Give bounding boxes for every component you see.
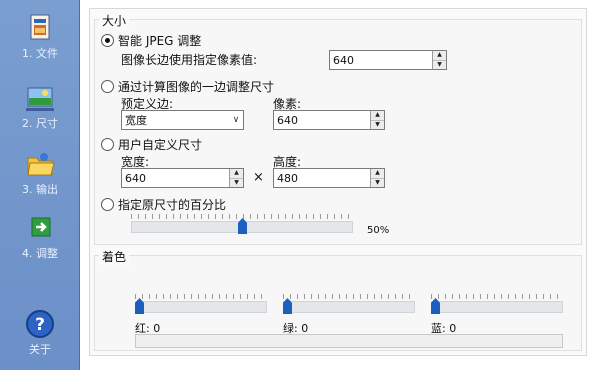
step-down-icon[interactable]: ▼ [433,60,446,69]
green-slider-track[interactable] [283,301,415,313]
nav-adjust-label: 4. 调整 [22,247,58,260]
height-value[interactable]: 480 [274,172,370,185]
step-up-icon[interactable]: ▲ [371,169,384,179]
color-group: 着色 红: 0 绿: 0 蓝: 0 [94,248,582,351]
main-panel: 大小 智能 JPEG 调整 图像长边使用指定像素值: 640 ▲ ▼ 通过计算图像… [81,0,589,370]
radio-custom-size[interactable]: 用户自定义尺寸 [101,136,202,153]
red-slider[interactable] [135,294,267,314]
blue-slider-ticks [431,294,563,299]
long-edge-input[interactable]: 640 ▲ ▼ [329,50,447,70]
settings-frame: 大小 智能 JPEG 调整 图像长边使用指定像素值: 640 ▲ ▼ 通过计算图像… [89,8,587,356]
red-slider-track[interactable] [135,301,267,313]
radio-by-edge-label: 通过计算图像的一边调整尺寸 [118,80,275,94]
red-slider-ticks [135,294,267,299]
nav-size[interactable]: 2. 尺寸 [0,82,80,131]
radio-percent[interactable]: 指定原尺寸的百分比 [101,196,226,213]
radio-smart-jpeg-label: 智能 JPEG 调整 [118,34,202,48]
blue-slider-track[interactable] [431,301,563,313]
percent-slider[interactable] [131,214,353,234]
step-down-icon[interactable]: ▼ [371,120,384,129]
nav-size-label: 2. 尺寸 [22,117,58,130]
sidebar-nav: 1. 文件 2. 尺寸 3. 输出 4. 调整 ? 关于 [0,0,80,370]
height-input[interactable]: 480 ▲ ▼ [273,168,385,188]
pixels-value[interactable]: 640 [274,114,370,127]
times-sign: × [253,170,264,185]
width-stepper[interactable]: ▲ ▼ [229,169,243,187]
file-icon [24,12,56,42]
color-group-title: 着色 [99,248,130,265]
radio-smart-jpeg[interactable]: 智能 JPEG 调整 [101,32,201,49]
color-preview-bar [135,334,563,348]
radio-percent-label: 指定原尺寸的百分比 [118,198,227,212]
help-icon: ? [24,308,56,338]
green-slider-ticks [283,294,415,299]
step-up-icon[interactable]: ▲ [433,51,446,61]
step-down-icon[interactable]: ▼ [371,178,384,187]
radio-custom-size-label: 用户自定义尺寸 [118,138,203,152]
long-edge-label: 图像长边使用指定像素值: [121,53,258,67]
width-input[interactable]: 640 ▲ ▼ [121,168,244,188]
radio-custom-size-dot[interactable] [101,138,114,151]
arrow-right-icon [24,212,56,242]
nav-about-label: 关于 [29,343,51,356]
nav-output-label: 3. 输出 [22,183,58,196]
preset-edge-value[interactable]: 宽度 [122,112,229,128]
pixels-stepper[interactable]: ▲ ▼ [370,111,384,129]
nav-adjust[interactable]: 4. 调整 [0,212,80,261]
preset-edge-select[interactable]: 宽度 ∨ [121,110,244,130]
output-folder-icon [24,148,56,178]
step-down-icon[interactable]: ▼ [230,178,243,187]
percent-value: 50% [367,225,390,236]
size-group-title: 大小 [99,12,130,29]
blue-slider[interactable] [431,294,563,314]
width-value[interactable]: 640 [122,172,229,185]
green-slider[interactable] [283,294,415,314]
nav-file[interactable]: 1. 文件 [0,12,80,61]
nav-output[interactable]: 3. 输出 [0,148,80,197]
long-edge-stepper[interactable]: ▲ ▼ [432,51,446,69]
radio-smart-jpeg-dot[interactable] [101,34,114,47]
radio-by-edge[interactable]: 通过计算图像的一边调整尺寸 [101,78,274,95]
radio-by-edge-dot[interactable] [101,80,114,93]
image-size-icon [24,82,56,112]
chevron-down-icon[interactable]: ∨ [229,115,243,125]
percent-slider-ticks [131,214,353,219]
svg-text:?: ? [35,315,45,335]
long-edge-value[interactable]: 640 [330,54,432,67]
pixels-input[interactable]: 640 ▲ ▼ [273,110,385,130]
nav-about[interactable]: ? 关于 [0,308,80,357]
step-up-icon[interactable]: ▲ [371,111,384,121]
nav-file-label: 1. 文件 [22,47,58,60]
height-stepper[interactable]: ▲ ▼ [370,169,384,187]
step-up-icon[interactable]: ▲ [230,169,243,179]
radio-percent-dot[interactable] [101,198,114,211]
size-group: 大小 智能 JPEG 调整 图像长边使用指定像素值: 640 ▲ ▼ 通过计算图像… [94,12,582,245]
